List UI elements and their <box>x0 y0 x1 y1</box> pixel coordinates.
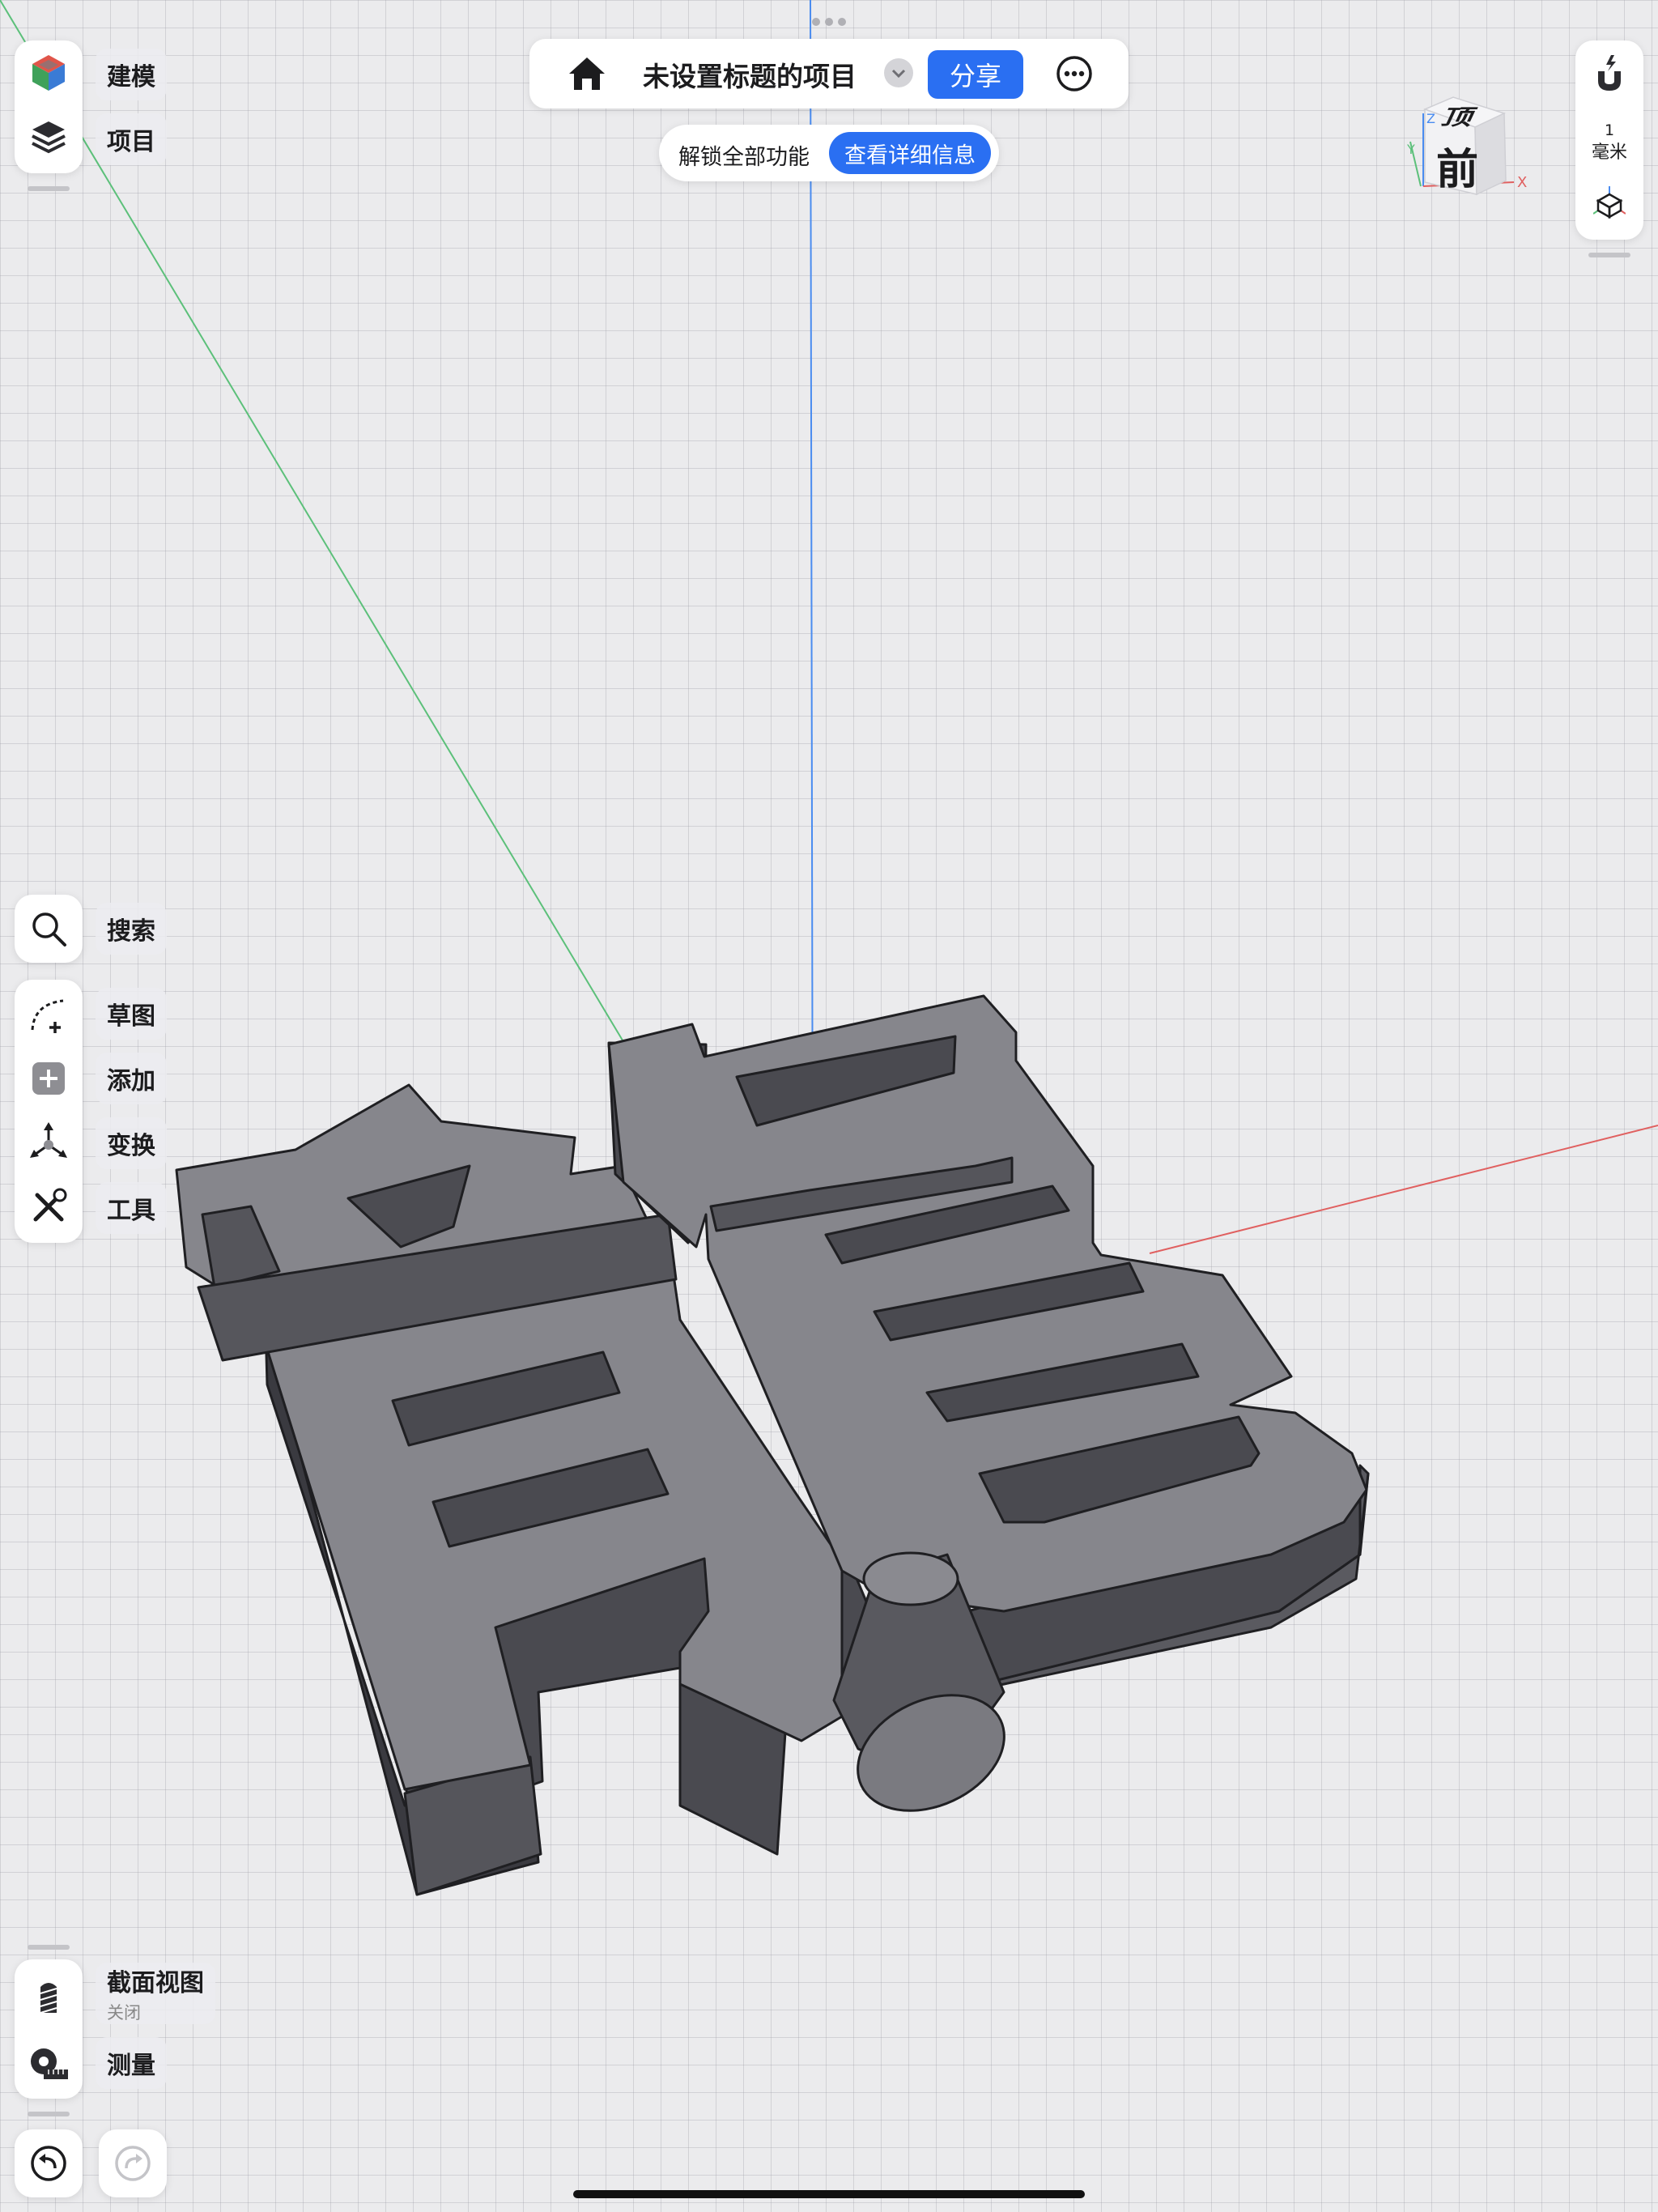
plus-icon[interactable] <box>31 1061 66 1096</box>
unit-button[interactable]: 毫米 <box>1575 138 1643 164</box>
viewport-canvas[interactable] <box>0 0 1658 2212</box>
view-cube-x-label: X <box>1517 174 1528 191</box>
modeling-label[interactable]: 建模 <box>96 49 167 100</box>
project-title[interactable]: 未设置标题的项目 <box>643 55 857 94</box>
left-bottom-panel-handle[interactable] <box>28 1945 70 1950</box>
section-view-title: 截面视图 <box>107 1969 204 1997</box>
view-details-button[interactable]: 查看详细信息 <box>829 132 991 174</box>
transform-icon[interactable] <box>28 1121 70 1163</box>
view-cube-z-label: Z <box>1426 111 1435 126</box>
home-indicator[interactable] <box>573 2190 1085 2198</box>
x-axis-line <box>1149 1125 1658 1254</box>
cylinder-top <box>862 1551 959 1606</box>
section-view-label[interactable]: 截面视图 关闭 <box>96 1963 215 2024</box>
model-character-long <box>175 994 1370 1896</box>
more-options-icon[interactable] <box>1054 53 1095 94</box>
transform-label[interactable]: 变换 <box>96 1117 167 1169</box>
modeling-cube-icon[interactable] <box>31 53 66 92</box>
left-top-panel-handle[interactable] <box>28 186 70 191</box>
section-view-icon[interactable] <box>29 1977 68 2016</box>
left-bottom-panel <box>15 1959 83 2099</box>
unlock-banner: 解锁全部功能 查看详细信息 <box>659 125 999 181</box>
snap-magnet-icon[interactable] <box>1592 53 1627 96</box>
view-mode-cube-icon[interactable] <box>1592 186 1626 219</box>
tools-label[interactable]: 工具 <box>96 1182 167 1234</box>
project-label[interactable]: 项目 <box>96 113 167 165</box>
top-toolbar: 未设置标题的项目 分享 <box>529 39 1129 108</box>
view-cube[interactable]: 顶 前 X Y Z <box>1407 93 1530 211</box>
search-icon[interactable] <box>29 909 68 948</box>
redo-icon <box>113 2144 152 2183</box>
left-top-panel <box>15 40 83 173</box>
title-dropdown-chevron-icon[interactable] <box>884 58 913 87</box>
sketch-icon[interactable] <box>28 994 70 1036</box>
unlock-text: 解锁全部功能 <box>678 145 810 170</box>
tape-measure-icon[interactable] <box>28 2045 70 2084</box>
create-tools-panel <box>15 980 83 1243</box>
share-button[interactable]: 分享 <box>928 50 1023 99</box>
redo-button[interactable] <box>99 2129 167 2197</box>
layers-icon[interactable] <box>31 118 66 157</box>
search-label[interactable]: 搜索 <box>96 903 167 955</box>
right-panel: 1 毫米 <box>1575 40 1643 240</box>
undo-button[interactable] <box>15 2129 83 2197</box>
right-panel-handle[interactable] <box>1588 253 1630 257</box>
wrench-icon[interactable] <box>28 1185 70 1227</box>
sketch-label[interactable]: 草图 <box>96 988 167 1040</box>
top-drag-handle[interactable] <box>810 15 848 26</box>
add-label[interactable]: 添加 <box>96 1053 167 1104</box>
view-cube-y-label: Y <box>1407 142 1415 157</box>
measure-label[interactable]: 测量 <box>96 2037 167 2089</box>
section-view-status: 关闭 <box>107 2003 141 2023</box>
unit-value: 1 <box>1604 121 1615 139</box>
undo-panel-handle[interactable] <box>28 2112 70 2116</box>
undo-icon <box>29 2144 68 2183</box>
view-cube-front-label[interactable]: 前 <box>1436 135 1478 196</box>
home-icon[interactable] <box>566 53 608 95</box>
search-panel <box>15 895 83 963</box>
